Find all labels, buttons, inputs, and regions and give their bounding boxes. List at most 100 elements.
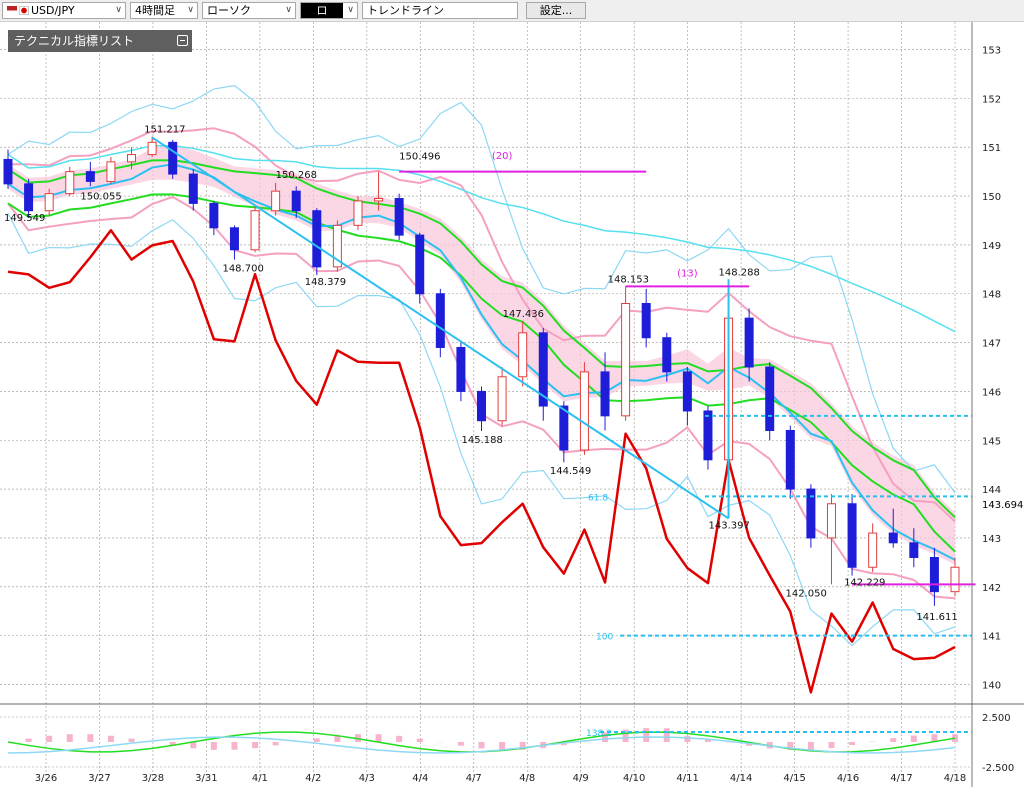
y-tick-label: 147 bbox=[982, 339, 1001, 350]
timeframe-select[interactable]: 4時間足 ∨ bbox=[130, 2, 198, 19]
price-annotation: 143.397 bbox=[709, 520, 750, 531]
y-tick-label: 152 bbox=[982, 94, 1001, 105]
histogram-bar bbox=[849, 742, 856, 746]
x-tick-label: 4/3 bbox=[359, 773, 375, 784]
candle-body bbox=[3, 158, 13, 185]
marker-label: (13) bbox=[677, 268, 698, 279]
drawing-tool-label: トレンドライン bbox=[367, 4, 444, 17]
candle-body bbox=[250, 210, 260, 251]
y-tick-label: 140 bbox=[982, 680, 1001, 691]
x-tick-label: 4/16 bbox=[837, 773, 859, 784]
x-tick-label: 4/9 bbox=[573, 773, 589, 784]
lower-pane: 2.500 -2.500 138.2 bbox=[0, 713, 1014, 774]
candle-body bbox=[44, 193, 54, 212]
chevron-down-icon: ∨ bbox=[347, 5, 354, 15]
candle-body bbox=[847, 503, 857, 568]
price-annotation: 148.700 bbox=[222, 264, 263, 275]
indicator-list-panel[interactable]: テクニカル指標リスト bbox=[8, 30, 192, 52]
x-tick-label: 3/28 bbox=[142, 773, 164, 784]
x-tick-label: 3/26 bbox=[35, 773, 57, 784]
histogram-bar bbox=[210, 742, 217, 750]
histogram-bar bbox=[107, 735, 114, 742]
candle-body bbox=[703, 410, 713, 461]
candle-body bbox=[229, 227, 239, 251]
candle-body bbox=[518, 332, 528, 378]
y-tick-label: 148 bbox=[982, 290, 1001, 301]
fib-label: 100 bbox=[596, 633, 613, 643]
candle-body bbox=[168, 141, 178, 175]
chart-style-select[interactable]: ローソク ∨ bbox=[202, 2, 296, 19]
settings-button[interactable]: 設定... bbox=[526, 2, 586, 19]
candle-body bbox=[312, 210, 322, 268]
x-tick-label: 4/14 bbox=[730, 773, 752, 784]
annotations: (20) (13) 61.8 100 151.217 150.496 150.268 150.… bbox=[4, 124, 976, 643]
price-annotation: 150.496 bbox=[399, 152, 440, 163]
y-tick-label: 144 bbox=[982, 485, 1001, 496]
chevron-down-icon: ∨ bbox=[285, 5, 292, 15]
y-tick-label: 149 bbox=[982, 241, 1001, 252]
histogram-bar bbox=[684, 735, 691, 742]
chevron-down-icon: ∨ bbox=[115, 5, 122, 15]
candle-body bbox=[435, 293, 445, 348]
price-annotation: 141.611 bbox=[916, 612, 957, 623]
candle-body bbox=[744, 317, 754, 368]
lower-y-tick-label: -2.500 bbox=[982, 763, 1014, 774]
price-annotation: 142.229 bbox=[844, 578, 885, 589]
histogram-bar bbox=[457, 742, 464, 746]
histogram-bar bbox=[663, 728, 670, 742]
price-annotation: 149.549 bbox=[4, 213, 45, 224]
candle-body bbox=[868, 532, 878, 568]
candle-body bbox=[477, 390, 486, 422]
x-tick-label: 3/31 bbox=[195, 773, 217, 784]
x-tick-label: 4/17 bbox=[890, 773, 912, 784]
y-tick-label: 146 bbox=[982, 387, 1001, 398]
price-annotation: 147.436 bbox=[503, 309, 544, 320]
candle-body bbox=[147, 141, 157, 156]
price-annotation: 148.288 bbox=[719, 268, 760, 279]
histogram-bar bbox=[46, 735, 53, 742]
histogram-bar bbox=[272, 742, 279, 746]
x-tick-label: 4/1 bbox=[252, 773, 268, 784]
histogram-bar bbox=[807, 742, 814, 750]
candle-body bbox=[929, 556, 939, 593]
histogram-bar bbox=[910, 735, 917, 742]
histogram-bar bbox=[66, 734, 73, 742]
histogram-bar bbox=[313, 738, 320, 742]
minimize-icon[interactable] bbox=[177, 35, 188, 46]
candle-body bbox=[909, 542, 919, 558]
candle-body bbox=[621, 303, 631, 417]
draw-mode-select[interactable]: ロ ∨ bbox=[300, 2, 358, 19]
x-tick-label: 4/7 bbox=[466, 773, 482, 784]
candle-body bbox=[374, 198, 384, 202]
indicator-list-title: テクニカル指標リスト bbox=[14, 34, 135, 48]
candle-body bbox=[271, 190, 281, 212]
candle-body bbox=[456, 346, 466, 392]
bollinger-upper-1 bbox=[8, 127, 956, 523]
candle-body bbox=[765, 366, 775, 431]
jp-flag-icon bbox=[19, 6, 29, 15]
candle-body bbox=[662, 337, 672, 373]
histogram-bar bbox=[478, 742, 485, 749]
candle-body bbox=[188, 173, 198, 204]
current-price-label: 143.694 bbox=[982, 500, 1023, 511]
candle-body bbox=[785, 429, 795, 490]
symbol-select[interactable]: USD/JPY ∨ bbox=[2, 2, 126, 19]
chart-style-label: ローソク bbox=[207, 4, 251, 17]
x-tick-label: 4/15 bbox=[783, 773, 805, 784]
candle-body bbox=[559, 405, 569, 451]
x-tick-label: 4/4 bbox=[412, 773, 428, 784]
y-tick-label: 153 bbox=[982, 46, 1001, 57]
histogram-bar bbox=[396, 735, 403, 742]
histogram-bar bbox=[890, 738, 897, 742]
histogram-bar bbox=[499, 742, 506, 750]
candle-body bbox=[641, 303, 651, 339]
price-annotation: 142.050 bbox=[785, 588, 826, 599]
x-tick-label: 4/10 bbox=[623, 773, 645, 784]
histogram-bar bbox=[828, 742, 835, 749]
histogram-bar bbox=[252, 742, 259, 749]
y-tick-label: 143 bbox=[982, 534, 1001, 545]
y-tick-label: 142 bbox=[982, 583, 1001, 594]
drawing-tool-select[interactable]: トレンドライン bbox=[362, 2, 518, 19]
candle-body bbox=[127, 154, 137, 163]
y-tick-label: 141 bbox=[982, 632, 1001, 643]
